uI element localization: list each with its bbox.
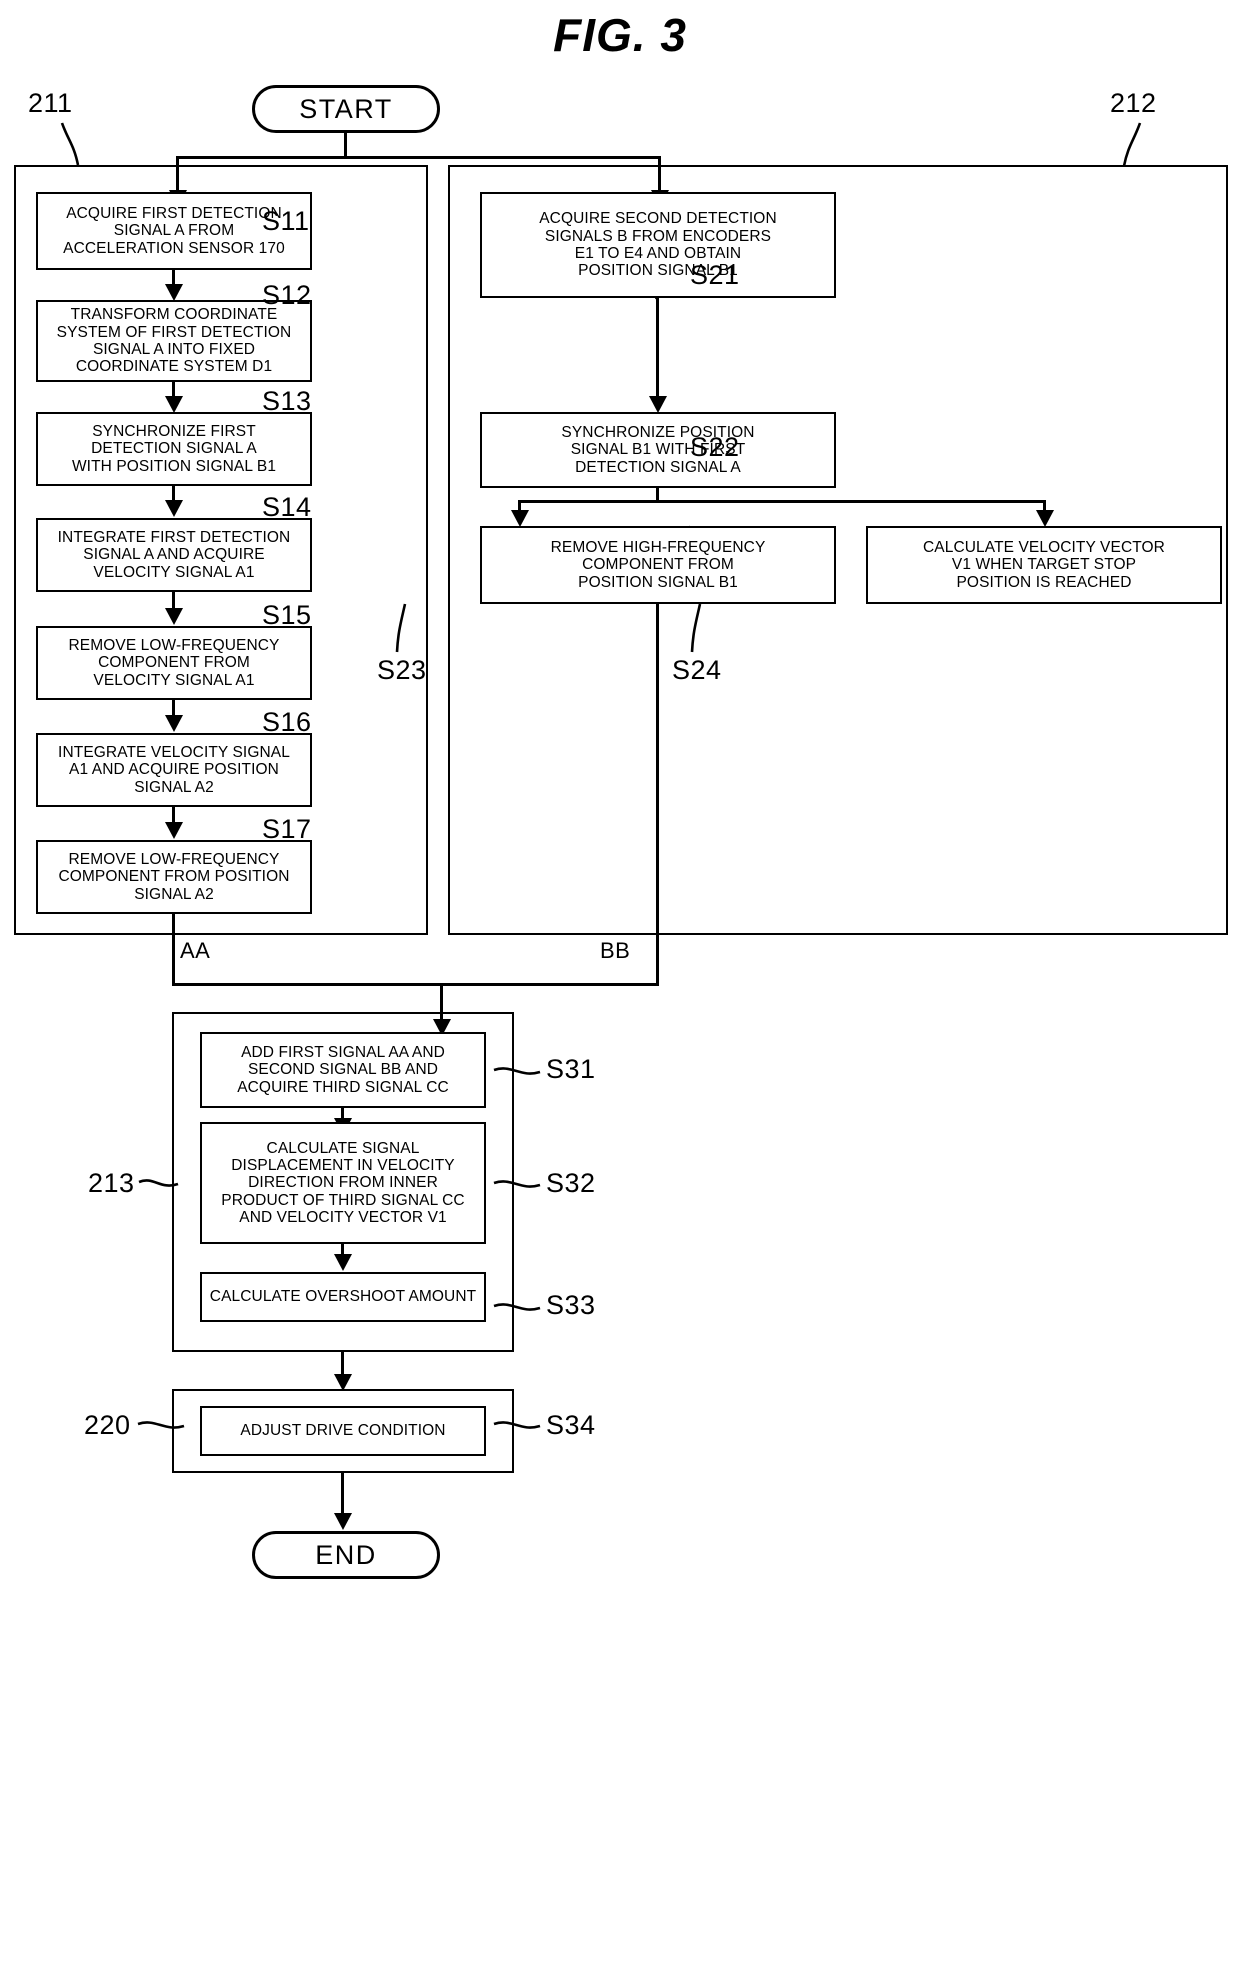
step-s15-box: REMOVE LOW-FREQUENCY COMPONENT FROM VELOCI… [36,626,312,700]
figure-title: FIG. 3 [553,9,687,61]
step-s13-box: SYNCHRONIZE FIRST DETECTION SIGNAL A WITH … [36,412,312,486]
conn-bb [656,604,659,986]
step-s31-box: ADD FIRST SIGNAL AA AND SECOND SIGNAL BB … [200,1032,486,1108]
step-s17-box: REMOVE LOW-FREQUENCY COMPONENT FROM POSIT… [36,840,312,914]
step-s34-text: ADJUST DRIVE CONDITION [240,1422,446,1440]
step-s21-text: ACQUIRE SECOND DETECTION SIGNALS B FROM E… [539,210,777,280]
step-s33-label: S33 [546,1290,596,1320]
arrow-s14-s15 [165,608,183,625]
step-s23-label: S23 [377,655,427,685]
figure-page: FIG. 3 START 211 ACQUIRE FIRST DETECTION… [0,0,1240,1985]
step-s17-label: S17 [262,814,312,844]
end-label: END [315,1539,377,1570]
step-s12-label: S12 [262,280,312,310]
connector-bb-label: BB [600,938,631,963]
arrow-s13-s14 [165,500,183,517]
step-s24-box: CALCULATE VELOCITY VECTOR V1 WHEN TARGET … [866,526,1222,604]
step-s31-text: ADD FIRST SIGNAL AA AND SECOND SIGNAL BB … [237,1043,449,1096]
step-s21-label: S21 [690,260,740,290]
step-s32-box: CALCULATE SIGNAL DISPLACEMENT IN VELOCITY… [200,1122,486,1244]
s22-split-bar [518,500,1046,503]
start-label: START [299,93,393,124]
arrow-s15-s16 [165,715,183,732]
step-s33-text: CALCULATE OVERSHOOT AMOUNT [209,1288,477,1306]
arrow-to-s24 [1036,510,1054,527]
arrow-to-end [334,1513,352,1530]
step-s32-label: S32 [546,1168,596,1198]
start-stem [344,133,347,158]
step-s21-box: ACQUIRE SECOND DETECTION SIGNALS B FROM E… [480,192,836,298]
step-s12-text: TRANSFORM COORDINATE SYSTEM OF FIRST DETE… [56,306,292,376]
step-s16-box: INTEGRATE VELOCITY SIGNAL A1 AND ACQUIRE … [36,733,312,807]
step-s23-box: REMOVE HIGH-FREQUENCY COMPONENT FROM POSIT… [480,526,836,604]
step-s34-label: S34 [546,1410,596,1440]
start-split-bar [176,156,661,159]
leader-211 [60,122,80,166]
step-s34-box: ADJUST DRIVE CONDITION [200,1406,486,1456]
conn-s21-s22 [656,298,659,398]
arrow-s32-s33 [334,1254,352,1271]
aa-bb-merge-bar [172,983,659,986]
arrow-s21-s22 [649,396,667,413]
step-s13-label: S13 [262,386,312,416]
step-s11-label: S11 [262,206,310,236]
arrow-to-s23 [511,510,529,527]
step-s24-text: CALCULATE VELOCITY VECTOR V1 WHEN TARGET … [923,538,1165,591]
group-213-ref: 213 [88,1168,135,1198]
step-s14-box: INTEGRATE FIRST DETECTION SIGNAL A AND AC… [36,518,312,592]
connector-aa-label: AA [180,938,211,963]
group-211-ref: 211 [28,88,73,118]
step-s22-text: SYNCHRONIZE POSITION SIGNAL B1 WITH FIRST… [561,423,755,476]
step-s16-label: S16 [262,707,312,737]
step-s32-text: CALCULATE SIGNAL DISPLACEMENT IN VELOCITY… [221,1139,465,1227]
step-s15-label: S15 [262,600,312,630]
step-s23-text: REMOVE HIGH-FREQUENCY COMPONENT FROM POSIT… [550,538,766,591]
step-s24-label: S24 [672,655,722,685]
end-terminator: END [252,1531,440,1579]
step-s13-text: SYNCHRONIZE FIRST DETECTION SIGNAL A WITH … [71,422,277,475]
arrow-s16-s17 [165,822,183,839]
step-s33-box: CALCULATE OVERSHOOT AMOUNT [200,1272,486,1322]
step-s14-label: S14 [262,492,312,522]
step-s16-text: INTEGRATE VELOCITY SIGNAL A1 AND ACQUIRE … [58,743,290,796]
leader-212 [1122,122,1142,167]
step-s22-box: SYNCHRONIZE POSITION SIGNAL B1 WITH FIRST… [480,412,836,488]
step-s31-label: S31 [546,1054,596,1084]
start-terminator: START [252,85,440,133]
step-s17-text: REMOVE LOW-FREQUENCY COMPONENT FROM POSIT… [58,850,290,903]
step-s15-text: REMOVE LOW-FREQUENCY COMPONENT FROM VELOCI… [68,636,280,689]
conn-aa [172,914,175,986]
arrow-s12-s13 [165,396,183,413]
step-s14-text: INTEGRATE FIRST DETECTION SIGNAL A AND AC… [57,528,291,581]
group-220-ref: 220 [84,1410,131,1440]
group-212-ref: 212 [1110,88,1157,118]
arrow-s11-s12 [165,284,183,301]
step-s12-box: TRANSFORM COORDINATE SYSTEM OF FIRST DETE… [36,300,312,382]
step-s22-label: S22 [690,432,740,462]
